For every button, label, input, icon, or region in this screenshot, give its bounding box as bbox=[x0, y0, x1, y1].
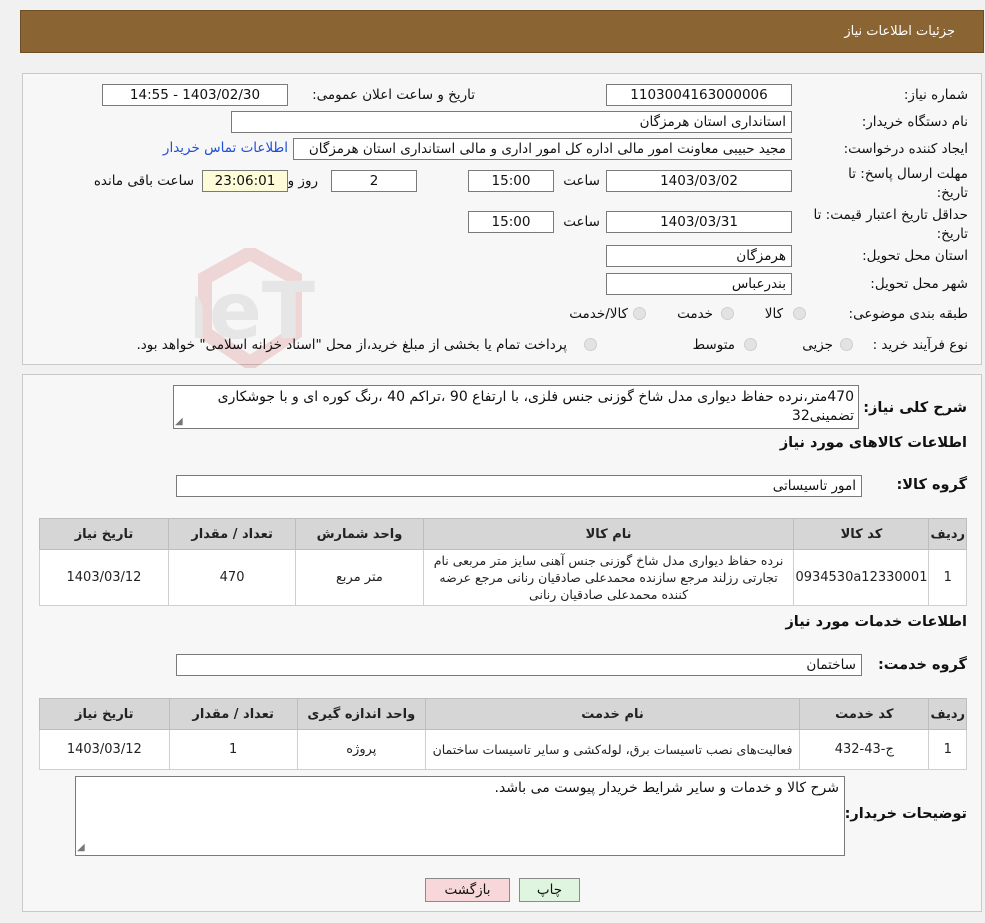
deadline-time-field: 15:00 bbox=[468, 170, 554, 192]
services-section-title: اطلاعات خدمات مورد نیاز bbox=[785, 614, 967, 630]
services-group-field: ساختمان bbox=[176, 654, 862, 676]
print-button[interactable]: چاپ bbox=[519, 878, 580, 902]
goods-group-label: گروه کالا: bbox=[896, 477, 967, 493]
category-label: طبقه بندی موضوعی: bbox=[848, 306, 968, 322]
validity-time-field: 15:00 bbox=[468, 211, 554, 233]
process-radio-minor[interactable] bbox=[840, 338, 853, 351]
validity-date-field: 1403/03/31 bbox=[606, 211, 792, 233]
announce-date-field: 1403/02/30 - 14:55 bbox=[102, 84, 288, 106]
buyer-notes-field[interactable]: شرح کالا و خدمات و سایر شرایط خریدار پیو… bbox=[75, 776, 845, 856]
buyer-org-label: نام دستگاه خریدار: bbox=[861, 114, 968, 130]
services-cell-date: 1403/03/12 bbox=[39, 729, 170, 770]
services-cell-name: فعالیت‌های نصب تاسیسات برق، لوله‌کشی و س… bbox=[424, 729, 801, 770]
category-option-goods: کالا bbox=[764, 306, 783, 322]
goods-section-title: اطلاعات کالاهای مورد نیاز bbox=[779, 435, 967, 451]
deadline-label: مهلت ارسال پاسخ: تا تاریخ: bbox=[848, 166, 968, 201]
goods-col-name: نام کالا bbox=[422, 518, 795, 550]
services-cell-code: ج-43-432 bbox=[799, 729, 930, 770]
announce-date-label: تاریخ و ساعت اعلان عمومی: bbox=[312, 87, 475, 103]
services-cell-row: 1 bbox=[928, 729, 967, 770]
goods-col-code: کد کالا bbox=[793, 518, 930, 550]
goods-col-qty: تعداد / مقدار bbox=[167, 518, 297, 550]
city-label: شهر محل تحویل: bbox=[870, 276, 968, 292]
table-row: 1 0934530a12330001 نرده حفاظ دیواری مدل … bbox=[39, 549, 967, 606]
notes-resize-handle-icon[interactable]: ◢ bbox=[77, 842, 85, 853]
process-label: نوع فرآیند خرید : bbox=[872, 337, 968, 353]
general-desc-label: شرح کلی نیاز: bbox=[863, 400, 967, 416]
services-cell-qty: 1 bbox=[168, 729, 298, 770]
category-radio-goods[interactable] bbox=[793, 307, 806, 320]
goods-table: ردیف کد کالا نام کالا واحد شمارش تعداد /… bbox=[39, 518, 967, 606]
deadline-date-field: 1403/03/02 bbox=[606, 170, 792, 192]
process-radio-treasury[interactable] bbox=[584, 338, 597, 351]
goods-cell-unit: متر مربع bbox=[295, 549, 424, 606]
city-field: بندرعباس bbox=[606, 273, 792, 295]
goods-table-header: ردیف کد کالا نام کالا واحد شمارش تعداد /… bbox=[39, 518, 967, 550]
services-table-header: ردیف کد خدمت نام خدمت واحد اندازه گیری ت… bbox=[39, 698, 967, 730]
category-radio-service[interactable] bbox=[721, 307, 734, 320]
process-note: پرداخت تمام یا بخشی از مبلغ خرید،از محل … bbox=[136, 337, 567, 353]
back-button[interactable]: بازگشت bbox=[425, 878, 510, 902]
days-field: 2 bbox=[331, 170, 417, 192]
services-col-row: ردیف bbox=[928, 698, 967, 730]
services-table: ردیف کد خدمت نام خدمت واحد اندازه گیری ت… bbox=[39, 698, 967, 770]
category-radio-goods-service[interactable] bbox=[633, 307, 646, 320]
services-col-name: نام خدمت bbox=[424, 698, 801, 730]
validity-time-label: ساعت bbox=[563, 214, 600, 230]
services-col-unit: واحد اندازه گیری bbox=[296, 698, 426, 730]
goods-cell-row: 1 bbox=[928, 549, 967, 606]
remaining-time-field: 23:06:01 bbox=[202, 170, 288, 192]
process-radio-medium[interactable] bbox=[744, 338, 757, 351]
services-col-code: کد خدمت bbox=[799, 698, 930, 730]
goods-col-date: تاریخ نیاز bbox=[39, 518, 169, 550]
goods-col-row: ردیف bbox=[928, 518, 967, 550]
goods-cell-qty: 470 bbox=[167, 549, 297, 606]
need-number-label: شماره نیاز: bbox=[903, 87, 968, 103]
services-cell-unit: پروژه bbox=[296, 729, 426, 770]
deadline-time-label: ساعت bbox=[563, 173, 600, 189]
page-title: جزئیات اطلاعات نیاز bbox=[844, 24, 955, 39]
creator-field: مجید حبیبی معاونت امور مالی اداره کل امو… bbox=[293, 138, 792, 160]
days-label: روز و bbox=[287, 173, 318, 189]
province-field: هرمزگان bbox=[606, 245, 792, 267]
services-col-date: تاریخ نیاز bbox=[39, 698, 170, 730]
process-option-medium: متوسط bbox=[692, 337, 735, 353]
general-desc-field[interactable]: 470متر،نرده حفاظ دیواری مدل شاخ گوزنی جن… bbox=[173, 385, 859, 429]
need-number-field: 1103004163000006 bbox=[606, 84, 792, 106]
table-row: 1 ج-43-432 فعالیت‌های نصب تاسیسات برق، ل… bbox=[39, 729, 967, 770]
buyer-notes-label: توضیحات خریدار: bbox=[844, 806, 967, 822]
category-option-goods-service: کالا/خدمت bbox=[569, 306, 628, 322]
buyer-org-field: استانداری استان هرمزگان bbox=[231, 111, 792, 133]
goods-cell-code: 0934530a12330001 bbox=[793, 549, 930, 606]
validity-label: حداقل تاریخ اعتبار قیمت: تا تاریخ: bbox=[813, 207, 968, 242]
goods-group-field: امور تاسیساتی bbox=[176, 475, 862, 497]
remaining-time-label: ساعت باقی مانده bbox=[93, 173, 194, 189]
page-header: جزئیات اطلاعات نیاز bbox=[20, 10, 984, 53]
process-option-minor: جزیی bbox=[802, 337, 833, 353]
goods-cell-date: 1403/03/12 bbox=[39, 549, 169, 606]
services-group-label: گروه خدمت: bbox=[877, 657, 967, 673]
resize-handle-icon[interactable]: ◢ bbox=[175, 416, 183, 427]
province-label: استان محل تحویل: bbox=[862, 248, 968, 264]
creator-label: ایجاد کننده درخواست: bbox=[843, 141, 968, 157]
goods-cell-name: نرده حفاظ دیواری مدل شاخ گوزنی جنس آهنی … bbox=[422, 549, 795, 606]
buyer-contact-link[interactable]: اطلاعات تماس خریدار bbox=[163, 140, 288, 156]
goods-col-unit: واحد شمارش bbox=[295, 518, 424, 550]
services-col-qty: تعداد / مقدار bbox=[168, 698, 298, 730]
category-option-service: خدمت bbox=[677, 306, 713, 322]
